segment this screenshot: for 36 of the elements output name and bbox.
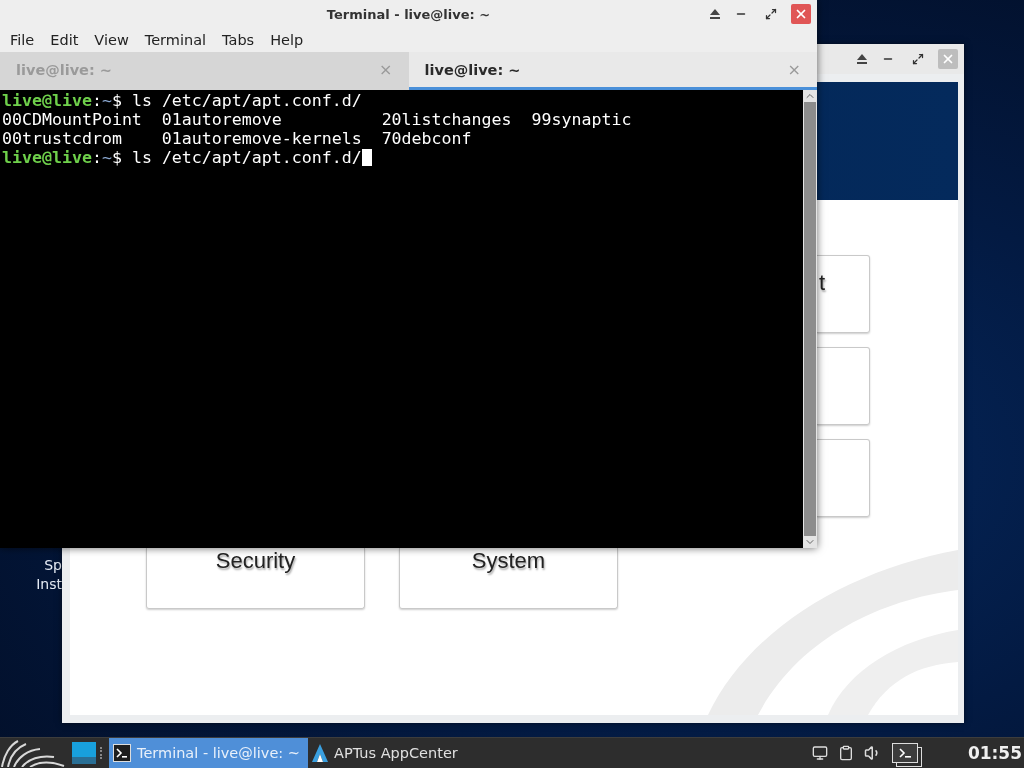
terminal-icon	[113, 744, 131, 762]
menu-item[interactable]: Terminal	[136, 32, 215, 48]
prompt-line: live@live:~$ ls /etc/apt/apt.conf.d/	[2, 91, 363, 110]
category-card[interactable]: Security	[146, 548, 365, 609]
window-title: Terminal - live@live: ~	[326, 6, 491, 22]
close-button[interactable]	[791, 4, 811, 24]
menu-item[interactable]: View	[86, 32, 137, 48]
close-icon	[941, 52, 955, 66]
close-icon	[794, 7, 808, 21]
output-line: 00CDMountPoint 01autoremove 20listchanges 99synaptic	[2, 110, 633, 129]
app-logo-icon	[312, 744, 328, 762]
menu-item[interactable]: Edit	[42, 32, 87, 48]
scrollbar[interactable]	[803, 90, 817, 548]
taskbar-button[interactable]: APTus AppCenter	[308, 738, 466, 768]
restore-icon	[765, 8, 777, 20]
terminal-screen[interactable]: live@live:~$ ls /etc/apt/apt.conf.d/ 00CDMountPoint 01autoremove 20listchanges 99synaptic 00trustcdrom 01autoremove-kernels 70debconf live@live:~$ ls /etc/apt/apt.conf.d/	[0, 90, 803, 548]
desktop-icon-label[interactable]: Inst	[36, 575, 62, 594]
monitor-icon[interactable]	[811, 745, 828, 761]
clipboard-icon[interactable]	[837, 745, 854, 761]
restore-icon	[912, 53, 924, 65]
category-card[interactable]: System	[399, 548, 618, 609]
terminal-tab[interactable]: live@live: ~ ×	[408, 52, 817, 90]
shade-icon[interactable]	[856, 54, 868, 64]
tab-label: live@live: ~	[16, 61, 113, 78]
output-line: 00trustcdrom 01autoremove-kernels 70debconf	[2, 129, 473, 148]
menu-item[interactable]: Tabs	[214, 32, 263, 48]
menu-logo-icon[interactable]	[0, 739, 66, 767]
category-card[interactable]: t	[817, 255, 870, 333]
menu-item[interactable]: File	[2, 32, 43, 48]
desktop-icon-label[interactable]: Sp	[44, 556, 62, 575]
shade-icon[interactable]	[709, 9, 721, 19]
scroll-thumb[interactable]	[804, 102, 816, 536]
prompt-line: live@live:~$ ls /etc/apt/apt.conf.d/	[2, 148, 803, 167]
clock: 01:55	[967, 743, 1022, 763]
tab-label: live@live: ~	[424, 61, 522, 78]
menu-item[interactable]: Help	[262, 32, 312, 48]
